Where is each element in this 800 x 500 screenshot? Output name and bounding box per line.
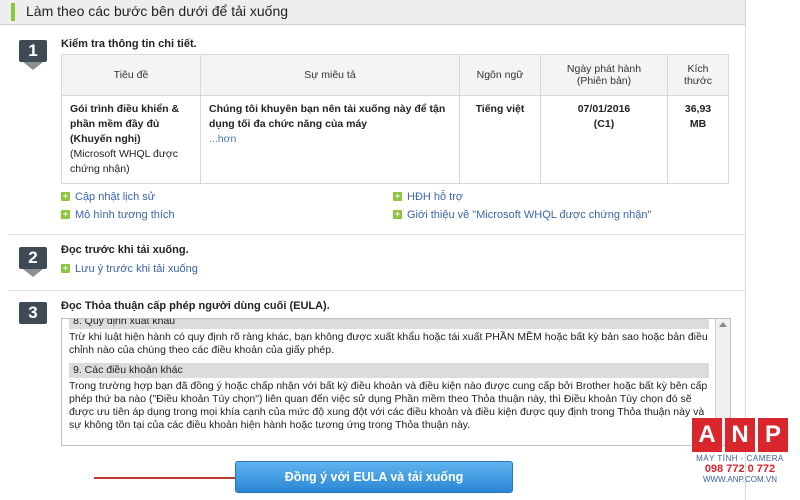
col-header-date: Ngày phát hành (Phiên bản) [540, 54, 668, 96]
eula-heading-8: 8. Quy định xuất khẩu [69, 319, 709, 329]
eula-text-box[interactable]: 8. Quy định xuất khẩu Trừ khi luật hiện … [61, 318, 731, 446]
link-supported-os[interactable]: + HĐH hỗ trợ [393, 191, 463, 203]
panel-title: Làm theo các bước bên dưới để tải xuống [26, 3, 289, 19]
col-header-size: Kích thước [667, 54, 729, 96]
driver-info-table: Tiêu đề Sự miêu tả Ngôn ngữ Ngày phát hà… [61, 54, 729, 184]
cell-date: 07/01/2016 (C1) [540, 95, 668, 184]
watermark-logo: A N P MÁY TÍNH - CAMERA 098 772 0 772 WW… [692, 418, 788, 484]
table-header-row: Tiêu đề Sự miêu tả Ngôn ngữ Ngày phát hà… [61, 54, 729, 96]
col-header-language: Ngôn ngữ [459, 54, 541, 96]
step-3-title: Đọc Thỏa thuận cấp phép người dùng cuối … [61, 300, 330, 312]
logo-letter-a: A [692, 418, 722, 452]
cell-language: Tiếng việt [459, 95, 541, 184]
eula-heading-9: 9. Các điều khoản khác [69, 363, 709, 378]
anp-logo: A N P [692, 418, 788, 452]
link-label: Cập nhật lịch sử [75, 191, 156, 203]
step-2-title: Đọc trước khi tải xuống. [61, 244, 189, 256]
link-notes-before-download[interactable]: + Lưu ý trước khi tải xuống [61, 263, 198, 275]
plus-icon: + [61, 263, 70, 273]
divider [8, 290, 745, 291]
panel-header: Làm theo các bước bên dưới để tải xuống [0, 0, 745, 25]
step-1-number: 1 [28, 41, 38, 60]
link-compatible-models[interactable]: + Mô hình tương thích [61, 209, 175, 221]
plus-icon: + [61, 209, 70, 219]
link-whql-info[interactable]: + Giới thiệu về "Microsoft WHQL được chứn… [393, 209, 651, 221]
step-1-title: Kiểm tra thông tin chi tiết. [61, 38, 197, 50]
header-accent-bar [11, 3, 15, 21]
step-1-badge: 1 [19, 40, 47, 70]
eula-paragraph-9: Trong trường hợp bạn đã đồng ý hoặc chấp… [69, 380, 708, 431]
link-label: Giới thiệu về "Microsoft WHQL được chứng… [407, 209, 652, 221]
link-label: HĐH hỗ trợ [407, 191, 464, 203]
watermark-website: WWW.ANP.COM.VN [702, 475, 778, 484]
logo-letter-n: N [725, 418, 755, 452]
watermark-phone: 098 772 0 772 [704, 463, 776, 475]
plus-icon: + [393, 191, 402, 201]
plus-icon: + [61, 191, 70, 201]
link-label: Mô hình tương thích [75, 209, 175, 221]
step-3-number: 3 [28, 303, 38, 322]
col-header-description: Sự miêu tả [200, 54, 460, 96]
driver-title: Gói trình điều khiển & phần mềm đầy đủ (… [70, 103, 180, 145]
table-row: Gói trình điều khiển & phần mềm đầy đủ (… [61, 95, 729, 184]
release-version: (C1) [593, 118, 615, 130]
link-label: Lưu ý trước khi tải xuống [75, 263, 198, 275]
link-update-history[interactable]: + Cập nhật lịch sử [61, 191, 155, 203]
driver-description: Chúng tôi khuyên bạn nên tải xuống này đ… [209, 103, 446, 130]
agree-download-button[interactable]: Đồng ý với EULA và tải xuống [235, 461, 513, 493]
chevron-down-icon [23, 269, 43, 277]
col-header-title: Tiêu đề [61, 54, 201, 96]
scroll-up-icon[interactable] [719, 322, 727, 327]
driver-title-note: (Microsoft WHQL được chứng nhận) [70, 148, 179, 175]
more-link[interactable]: ...hơn [209, 132, 451, 147]
chevron-down-icon [23, 62, 43, 70]
cell-size: 36,93 MB [667, 95, 729, 184]
watermark-line-1: MÁY TÍNH - CAMERA [696, 454, 784, 463]
download-panel: Làm theo các bước bên dưới để tải xuống … [0, 0, 746, 500]
annotation-arrow-line [94, 477, 250, 479]
plus-icon: + [393, 209, 402, 219]
eula-paragraph-8: Trừ khi luật hiện hành có quy định rõ rà… [69, 331, 708, 356]
step-3-badge: 3 [19, 302, 47, 324]
eula-content: 8. Quy định xuất khẩu Trừ khi luật hiện … [69, 319, 709, 438]
logo-letter-p: P [758, 418, 788, 452]
cell-description: Chúng tôi khuyên bạn nên tải xuống này đ… [200, 95, 460, 184]
divider [8, 234, 745, 235]
step-2-number: 2 [28, 248, 38, 267]
step-2-badge: 2 [19, 247, 47, 277]
cell-title: Gói trình điều khiển & phần mềm đầy đủ (… [61, 95, 201, 184]
release-date: 07/01/2016 [577, 103, 631, 115]
